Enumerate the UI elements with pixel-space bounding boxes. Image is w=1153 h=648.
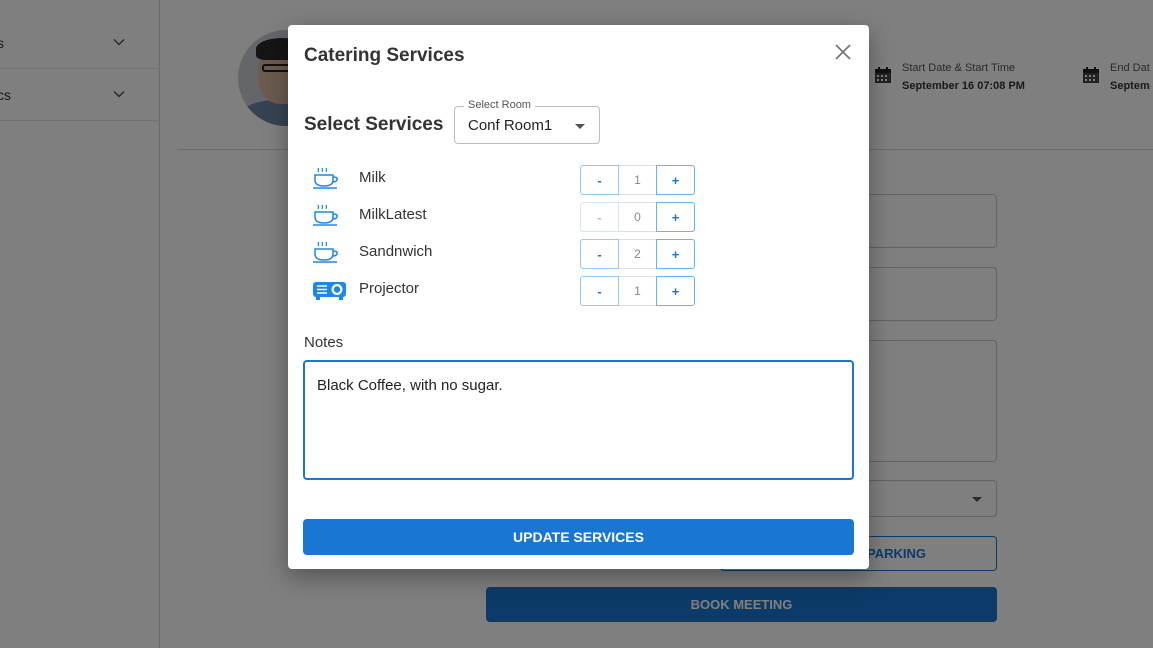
quantity-stepper: - 2 +: [580, 239, 695, 269]
select-services-heading: Select Services: [304, 114, 444, 135]
projector-icon: [313, 282, 346, 300]
increment-button[interactable]: +: [656, 239, 695, 269]
room-select-label: Select Room: [464, 99, 535, 111]
dialog-title: Catering Services: [304, 45, 465, 66]
service-row: Sandnwich - 2 +: [312, 238, 712, 269]
quantity-stepper: - 1 +: [580, 276, 695, 306]
service-row: MilkLatest - 0 +: [312, 201, 712, 232]
close-icon[interactable]: [832, 41, 854, 63]
quantity-value: 0: [619, 202, 656, 232]
decrement-button[interactable]: -: [580, 165, 619, 195]
increment-button[interactable]: +: [656, 276, 695, 306]
decrement-button[interactable]: -: [580, 276, 619, 306]
decrement-button[interactable]: -: [580, 202, 619, 232]
quantity-stepper: - 0 +: [580, 202, 695, 232]
caret-down-icon: [575, 124, 585, 129]
quantity-value: 2: [619, 239, 656, 269]
coffee-cup-icon: [313, 204, 338, 226]
quantity-stepper: - 1 +: [580, 165, 695, 195]
decrement-button[interactable]: -: [580, 239, 619, 269]
coffee-cup-icon: [313, 167, 338, 189]
service-row: Projector - 1 +: [312, 275, 712, 306]
service-name: Projector: [359, 280, 420, 297]
service-name: MilkLatest: [359, 206, 427, 223]
service-row: Milk - 1 +: [312, 164, 712, 195]
notes-label: Notes: [304, 334, 344, 351]
coffee-cup-icon: [313, 241, 338, 263]
increment-button[interactable]: +: [656, 202, 695, 232]
increment-button[interactable]: +: [656, 165, 695, 195]
service-name: Sandnwich: [359, 243, 433, 260]
notes-textarea[interactable]: Black Coffee, with no sugar.: [303, 360, 854, 480]
quantity-value: 1: [619, 165, 656, 195]
service-name: Milk: [359, 169, 386, 186]
quantity-value: 1: [619, 276, 656, 306]
room-select-value: Conf Room1: [468, 117, 553, 134]
catering-services-dialog: Catering Services Select Services Select…: [288, 25, 869, 569]
room-select[interactable]: Select Room Conf Room1: [454, 99, 600, 144]
update-services-button[interactable]: UPDATE SERVICES: [303, 519, 854, 555]
